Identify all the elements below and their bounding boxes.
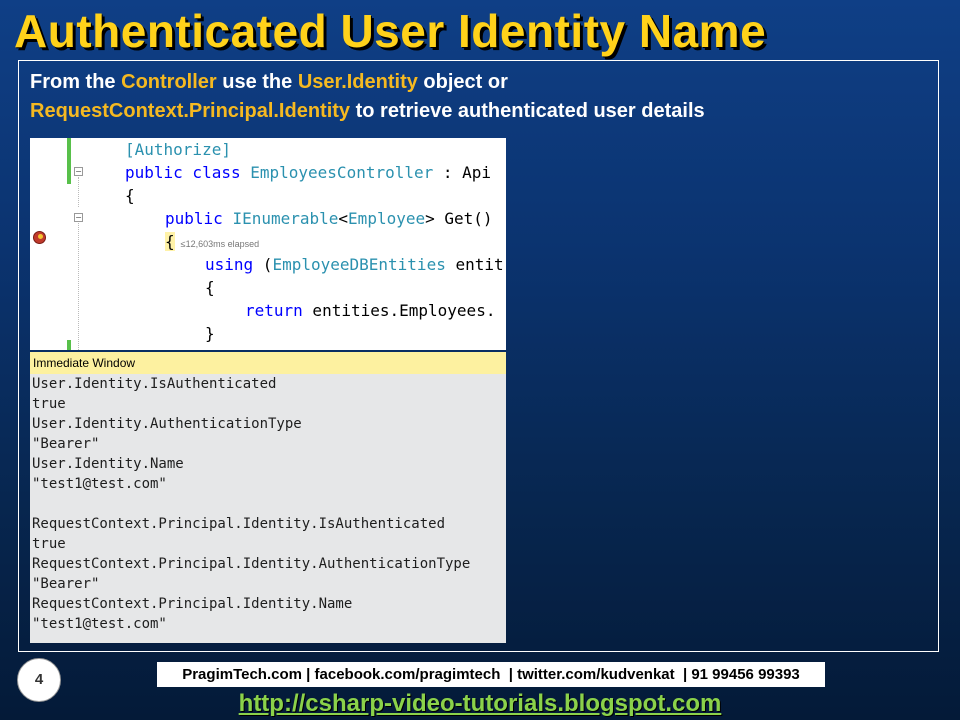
type-name: EmployeeDBEntities (272, 255, 446, 274)
slide-title: Authenticated User Identity Name (14, 5, 767, 57)
keyword: using (205, 255, 254, 274)
change-marker (67, 340, 71, 350)
immediate-line: RequestContext.Principal.Identity.Authen… (32, 556, 471, 572)
breakpoint-icon[interactable] (33, 231, 46, 244)
immediate-line: User.Identity.Name (32, 456, 184, 472)
code-editor[interactable]: − − [Authorize] public class EmployeesCo… (30, 138, 506, 350)
keyword: public class (125, 163, 251, 182)
editor-gutter (30, 138, 66, 350)
intro-part: use the (216, 71, 298, 93)
code-text: : Api (433, 163, 492, 182)
code-text: { (205, 278, 215, 297)
immediate-line: "test1@test.com" (32, 476, 167, 492)
code-text: { (125, 186, 135, 205)
immediate-line: User.Identity.IsAuthenticated (32, 376, 277, 392)
intro-part: From the (30, 71, 122, 93)
code-line: public class EmployeesController : Api (125, 163, 491, 182)
footer-url-link[interactable]: http://csharp-video-tutorials.blogspot.c… (0, 690, 960, 718)
code-line: return entities.Employees. (245, 301, 495, 320)
collapse-icon[interactable]: − (74, 167, 83, 176)
attribute-authorize: [Authorize] (125, 140, 231, 159)
code-line: [Authorize] (125, 140, 231, 159)
collapse-icon[interactable]: − (74, 213, 83, 222)
immediate-line: "Bearer" (32, 436, 100, 452)
code-text: ( (253, 255, 273, 274)
code-line: public IEnumerable<Employee> Get() (165, 209, 493, 228)
footer-contact: PragimTech.com | facebook.com/pragimtech… (157, 662, 825, 687)
content-box: From the Controller use the User.Identit… (18, 60, 939, 652)
code-line: { ≤12,603ms elapsed (165, 232, 259, 251)
intro-text: From the Controller use the User.Identit… (30, 68, 910, 126)
keyword: public (165, 209, 233, 228)
keyword: return (245, 301, 303, 320)
immediate-window[interactable]: Immediate Window User.Identity.IsAuthent… (30, 352, 506, 643)
highlight-user-identity: User.Identity (297, 71, 418, 93)
code-text: } (205, 324, 215, 343)
highlight-requestcontext: RequestContext.Principal.Identity (30, 100, 351, 122)
immediate-line: User.Identity.AuthenticationType (32, 416, 302, 432)
outline-line (78, 223, 80, 350)
immediate-line: "test1@test.com" (32, 616, 167, 632)
immediate-line (30, 494, 506, 514)
type-name: EmployeesController (250, 163, 434, 182)
code-line: { (125, 186, 135, 205)
code-text: { (165, 232, 175, 251)
highlight-controller: Controller (121, 71, 217, 93)
change-marker (67, 138, 71, 184)
immediate-line: true (32, 536, 66, 552)
code-line: { (205, 278, 215, 297)
perf-tip: ≤12,603ms elapsed (180, 239, 260, 249)
code-text: < (338, 209, 349, 228)
immediate-window-title: Immediate Window (30, 352, 506, 374)
code-text: entit (445, 255, 504, 274)
type-name: IEnumerable (232, 209, 339, 228)
outline-line (78, 177, 80, 207)
intro-part: object or (417, 71, 508, 93)
code-text: > Get() (425, 209, 493, 228)
code-line: using (EmployeeDBEntities entit (205, 255, 504, 274)
immediate-line: RequestContext.Principal.Identity.Name (32, 596, 353, 612)
immediate-line: true (32, 396, 66, 412)
immediate-line: RequestContext.Principal.Identity.IsAuth… (32, 516, 446, 532)
immediate-line: "Bearer" (32, 576, 100, 592)
intro-part: to retrieve authenticated user details (350, 100, 705, 122)
code-line: } (205, 324, 215, 343)
code-text: entities.Employees. (302, 301, 496, 320)
type-name: Employee (348, 209, 426, 228)
